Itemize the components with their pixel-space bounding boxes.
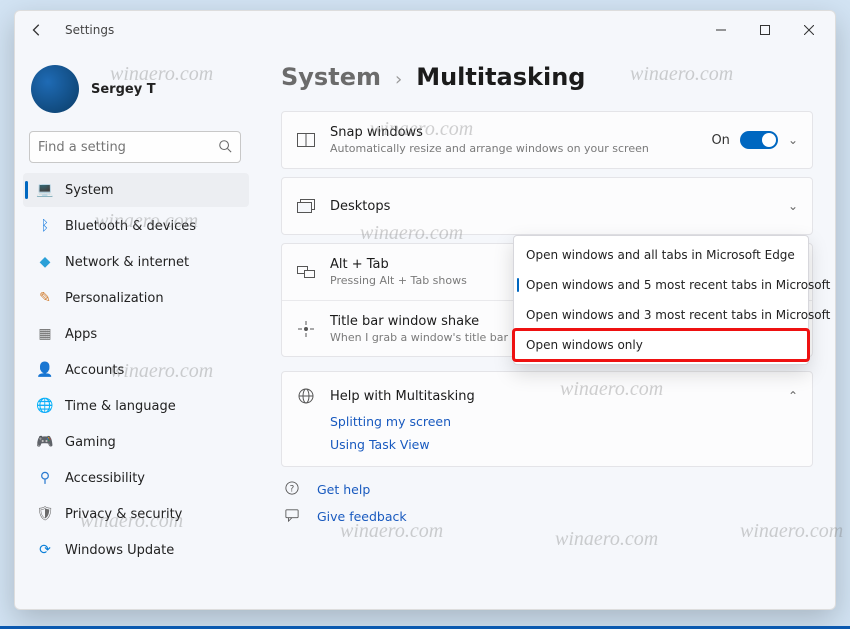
help-link[interactable]: Using Task View: [330, 437, 798, 452]
settings-window: Settings Sergey T 💻 System ᛒ Bluetooth & de…: [14, 10, 836, 610]
help-links: Splitting my screen Using Task View: [296, 414, 798, 452]
close-button[interactable]: [787, 15, 831, 45]
sidebar-item-accounts[interactable]: 👤 Accounts: [23, 353, 249, 387]
nav-icon: 🌐: [37, 398, 53, 414]
sidebar: Sergey T 💻 System ᛒ Bluetooth & devices ◆ Net…: [15, 49, 253, 609]
shake-row[interactable]: Title bar window shake When I grab a win…: [282, 300, 812, 356]
nav-list: 💻 System ᛒ Bluetooth & devices ◆ Network & in…: [23, 173, 249, 567]
dropdown-option[interactable]: Open windows only: [514, 330, 808, 360]
sidebar-item-gaming[interactable]: 🎮 Gaming: [23, 425, 249, 459]
alttab-dropdown[interactable]: Open windows and all tabs in Microsoft E…: [513, 235, 809, 365]
desktops-row[interactable]: Desktops ⌄: [282, 178, 812, 234]
breadcrumb-parent[interactable]: System: [281, 63, 381, 91]
dropdown-option[interactable]: Open windows and 5 most recent tabs in M…: [514, 270, 808, 300]
sidebar-item-label: Gaming: [65, 435, 116, 450]
snap-windows-row[interactable]: Snap windows Automatically resize and ar…: [282, 112, 812, 168]
breadcrumb-current: Multitasking: [416, 63, 585, 91]
sidebar-item-label: Personalization: [65, 291, 164, 306]
desktops-card: Desktops ⌄: [281, 177, 813, 235]
sidebar-item-bluetooth-devices[interactable]: ᛒ Bluetooth & devices: [23, 209, 249, 243]
nav-icon: ▦: [37, 326, 53, 342]
row-title: Desktops: [330, 199, 774, 214]
sidebar-item-label: Accounts: [65, 363, 124, 378]
content-pane: System › Multitasking Snap windows Autom…: [253, 49, 835, 609]
dropdown-option[interactable]: Open windows and all tabs in Microsoft E…: [514, 240, 808, 270]
globe-icon: [296, 388, 316, 404]
profile-block[interactable]: Sergey T: [23, 57, 249, 127]
help-header[interactable]: Help with Multitasking ⌃: [296, 382, 798, 414]
nav-icon: ◆: [37, 254, 53, 270]
dropdown-option[interactable]: Open windows and 3 most recent tabs in M…: [514, 300, 808, 330]
chevron-down-icon[interactable]: ⌄: [788, 133, 798, 147]
nav-icon: 🎮: [37, 434, 53, 450]
nav-icon: ⟳: [37, 542, 53, 558]
sidebar-item-personalization[interactable]: ✎ Personalization: [23, 281, 249, 315]
sidebar-item-label: Accessibility: [65, 471, 145, 486]
chevron-up-icon[interactable]: ⌃: [788, 389, 798, 403]
minimize-button[interactable]: [699, 15, 743, 45]
search-box[interactable]: [29, 131, 241, 163]
sidebar-item-apps[interactable]: ▦ Apps: [23, 317, 249, 351]
help-icon: ?: [285, 481, 303, 498]
sidebar-item-windows-update[interactable]: ⟳ Windows Update: [23, 533, 249, 567]
sidebar-item-label: Bluetooth & devices: [65, 219, 196, 234]
search-input[interactable]: [38, 140, 218, 155]
sidebar-item-accessibility[interactable]: ⚲ Accessibility: [23, 461, 249, 495]
nav-icon: 🛡: [37, 506, 53, 522]
user-name: Sergey T: [91, 82, 156, 97]
give-feedback-link[interactable]: Give feedback: [281, 508, 813, 525]
nav-icon: ⚲: [37, 470, 53, 486]
chevron-down-icon[interactable]: ⌄: [788, 199, 798, 213]
sidebar-item-label: Apps: [65, 327, 97, 342]
sidebar-item-privacy-security[interactable]: 🛡 Privacy & security: [23, 497, 249, 531]
breadcrumb: System › Multitasking: [281, 63, 813, 91]
maximize-button[interactable]: [743, 15, 787, 45]
search-icon: [218, 138, 232, 157]
nav-icon: 💻: [37, 182, 53, 198]
snap-state-label: On: [711, 133, 729, 148]
shake-icon: [296, 321, 316, 337]
svg-text:?: ?: [290, 485, 295, 495]
nav-icon: ✎: [37, 290, 53, 306]
feedback-icon: [285, 508, 303, 525]
help-title: Help with Multitasking: [330, 389, 475, 404]
maximize-icon: [760, 25, 770, 35]
desktops-icon: [296, 199, 316, 213]
sidebar-item-network-internet[interactable]: ◆ Network & internet: [23, 245, 249, 279]
window-title: Settings: [65, 23, 114, 37]
back-button[interactable]: [23, 16, 51, 44]
help-link[interactable]: Splitting my screen: [330, 414, 798, 429]
arrow-left-icon: [30, 23, 44, 37]
minimize-icon: [716, 25, 726, 35]
nav-icon: ᛒ: [37, 218, 53, 234]
footer-links: ? Get help Give feedback: [281, 481, 813, 525]
nav-icon: 👤: [37, 362, 53, 378]
alttab-shake-card: Alt + Tab Pressing Alt + Tab shows Title…: [281, 243, 813, 357]
sidebar-item-label: Network & internet: [65, 255, 189, 270]
snap-toggle[interactable]: [740, 131, 778, 149]
sidebar-item-label: Time & language: [65, 399, 176, 414]
sidebar-item-label: Windows Update: [65, 543, 174, 558]
sidebar-item-system[interactable]: 💻 System: [23, 173, 249, 207]
close-icon: [804, 25, 814, 35]
help-card: Help with Multitasking ⌃ Splitting my sc…: [281, 371, 813, 467]
sidebar-item-label: System: [65, 183, 113, 198]
snap-windows-card: Snap windows Automatically resize and ar…: [281, 111, 813, 169]
titlebar: Settings: [15, 11, 835, 49]
alttab-icon: [296, 266, 316, 278]
sidebar-item-label: Privacy & security: [65, 507, 182, 522]
avatar: [31, 65, 79, 113]
row-desc: Automatically resize and arrange windows…: [330, 142, 697, 155]
get-help-link[interactable]: ? Get help: [281, 481, 813, 498]
row-title: Snap windows: [330, 125, 697, 140]
snap-icon: [296, 133, 316, 147]
chevron-right-icon: ›: [395, 69, 402, 90]
sidebar-item-time-language[interactable]: 🌐 Time & language: [23, 389, 249, 423]
